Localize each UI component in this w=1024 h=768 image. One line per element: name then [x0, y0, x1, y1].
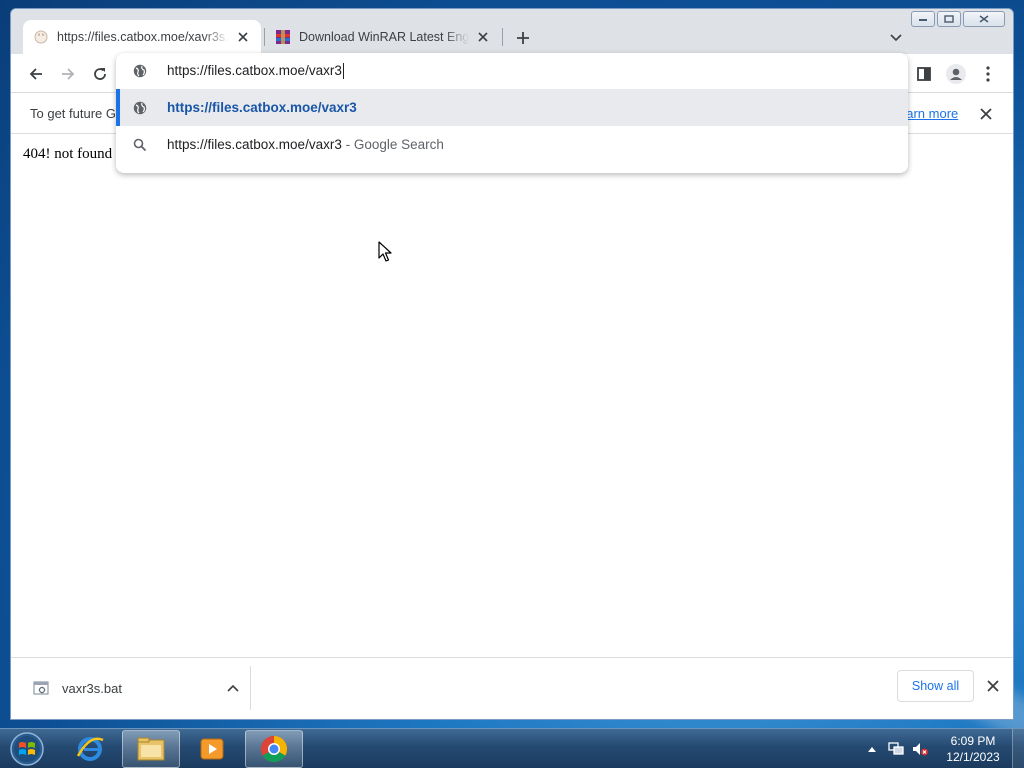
omnibox-input[interactable]: https://files.catbox.moe/vaxr3	[116, 53, 908, 89]
info-bar-message: To get future G	[30, 106, 116, 121]
new-tab-button[interactable]	[511, 26, 535, 50]
tab-title: Download WinRAR Latest English Version	[299, 30, 469, 44]
forward-button[interactable]	[54, 60, 82, 88]
info-bar-close-icon[interactable]	[977, 105, 995, 123]
window-controls	[909, 11, 1005, 27]
text-caret	[342, 63, 344, 80]
globe-icon	[132, 63, 148, 79]
clock-time: 6:09 PM	[950, 734, 996, 748]
back-button[interactable]	[22, 60, 50, 88]
tab-title: https://files.catbox.moe/xavr3s.bat	[57, 30, 229, 44]
taskbar-media-player[interactable]	[183, 730, 241, 768]
suggestion-url-text: https://files.catbox.moe/vaxr3	[167, 100, 357, 115]
omnibox-value: https://files.catbox.moe/vaxr3	[167, 62, 344, 80]
volume-muted-icon[interactable]	[910, 739, 930, 759]
page-content: 404! not found	[11, 134, 1013, 657]
windows-orb-icon	[10, 732, 44, 766]
omnibox-dropdown: https://files.catbox.moe/vaxr3 https://f…	[116, 53, 908, 173]
suggestion-url[interactable]: https://files.catbox.moe/vaxr3	[116, 89, 908, 126]
tab-winrar[interactable]: Download WinRAR Latest English Version	[265, 20, 501, 54]
taskbar-internet-explorer[interactable]	[61, 730, 119, 768]
tab-strip: https://files.catbox.moe/xavr3s.bat Down…	[11, 9, 1013, 54]
tab-catbox[interactable]: https://files.catbox.moe/xavr3s.bat	[23, 20, 261, 54]
mouse-pointer-icon	[378, 241, 392, 262]
show-hidden-icons-icon[interactable]	[862, 739, 882, 759]
tab-separator	[502, 28, 503, 46]
tab-search-chevron-icon[interactable]	[884, 26, 908, 50]
clock-date: 12/1/2023	[946, 750, 1000, 764]
maximize-button[interactable]	[937, 11, 961, 27]
clock[interactable]: 6:09 PM 12/1/2023	[940, 733, 1006, 765]
system-tray	[862, 737, 934, 761]
taskbar-chrome[interactable]	[245, 730, 303, 768]
show-desktop-button[interactable]	[1012, 729, 1024, 768]
globe-icon	[132, 100, 148, 116]
shelf-close-icon[interactable]	[983, 676, 1003, 696]
minimize-button[interactable]	[911, 11, 935, 27]
close-icon[interactable]	[475, 29, 491, 45]
reload-button[interactable]	[86, 60, 114, 88]
menu-kebab-icon[interactable]	[974, 60, 1002, 88]
network-icon[interactable]	[886, 739, 906, 759]
search-icon	[132, 137, 148, 153]
chrome-icon	[260, 735, 288, 763]
chevron-up-icon[interactable]	[223, 678, 243, 698]
shelf-divider	[250, 666, 251, 710]
internet-explorer-icon	[76, 737, 104, 761]
suggestion-search[interactable]: https://files.catbox.moe/vaxr3 - Google …	[116, 126, 908, 163]
suggestion-search-text: https://files.catbox.moe/vaxr3	[167, 137, 342, 152]
close-icon[interactable]	[235, 29, 251, 45]
taskbar-file-explorer[interactable]	[122, 730, 180, 768]
start-button[interactable]	[6, 730, 48, 768]
winrar-icon	[275, 29, 291, 45]
download-shelf: vaxr3s.bat Show all	[11, 657, 1013, 719]
batch-file-icon	[33, 681, 49, 695]
taskbar: 6:09 PM 12/1/2023	[0, 728, 1024, 768]
media-player-icon	[200, 738, 224, 760]
error-text: 404! not found	[23, 146, 113, 162]
download-item[interactable]: vaxr3s.bat	[33, 675, 243, 701]
window-close-button[interactable]	[963, 11, 1005, 27]
show-all-button[interactable]: Show all	[897, 670, 974, 702]
suggestion-search-suffix: - Google Search	[341, 137, 444, 152]
side-panel-button[interactable]	[910, 60, 938, 88]
catbox-icon	[33, 29, 49, 45]
file-explorer-icon	[137, 737, 165, 761]
download-filename: vaxr3s.bat	[62, 680, 122, 696]
profile-avatar[interactable]	[942, 60, 970, 88]
